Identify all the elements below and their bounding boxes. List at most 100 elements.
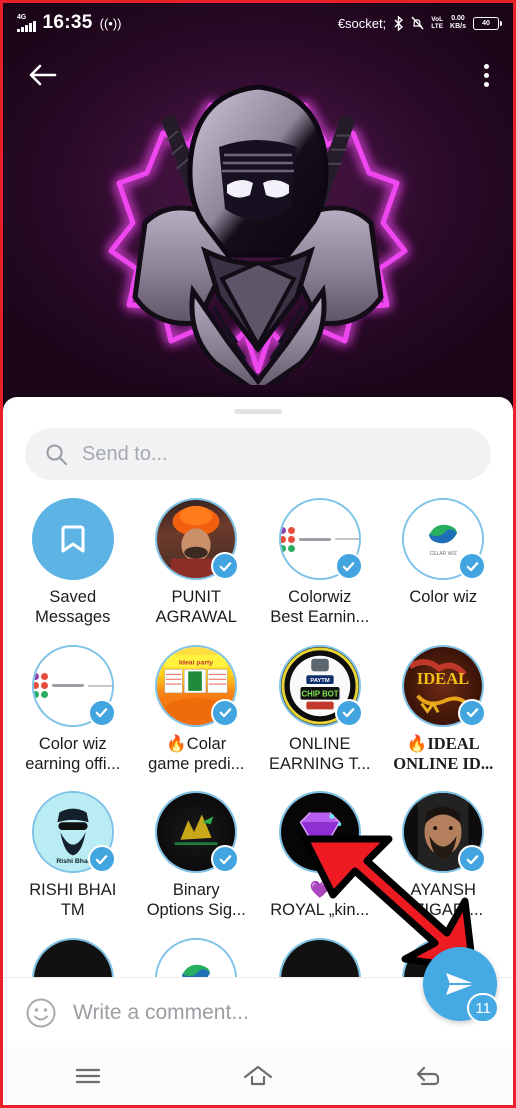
check-icon [95,708,108,718]
selected-check-badge [334,845,363,874]
back-arrow-icon [29,64,57,86]
dot [484,72,489,78]
viewer-toolbar [3,47,513,103]
network-type-label: 4G [17,14,26,21]
contact-name: Binary Options Sig... [137,880,255,920]
selected-count-badge: 11 [467,993,499,1023]
bluetooth-icon [394,15,404,31]
network-speed-indicator: 0.00 KB/s [450,14,466,30]
contact-name: Color wiz [384,587,502,607]
contact-name: 💜 ROYAL „kin... [261,880,379,920]
home-button[interactable] [228,1056,288,1096]
back-nav-button[interactable] [398,1056,458,1096]
more-options-button[interactable] [484,63,489,87]
search-icon [46,443,68,465]
selected-check-badge [87,698,116,727]
contact-name-line2: ROYAL „kin... [270,901,370,920]
image-viewer: 4G 16:35 ((•)) €socket; VoL LTE 0.00 KB/s … [3,3,513,415]
selected-check-badge [334,698,363,727]
logo-dots [280,526,295,552]
search-bar[interactable] [25,428,491,480]
check-icon [466,854,479,864]
search-input[interactable] [82,442,471,466]
check-icon [219,561,232,571]
logo-swoosh [429,524,458,544]
avatar-wrapper [278,498,363,580]
contact-cell[interactable]: PUNIT AGRAWAL [135,494,259,635]
contact-cell[interactable]: AYANSH AZIGAR ... [382,787,506,928]
contact-name-line1: Color wiz [38,734,107,753]
avatar-wrapper [278,791,363,874]
check-icon [342,561,355,571]
contact-name-line1: RISHI BHAI [29,881,117,900]
back-return-icon [416,1066,440,1086]
contact-name-line1: Colorwiz [288,588,352,606]
avatar-wrapper [155,498,240,580]
avatar-wrapper [31,498,114,580]
check-icon [219,708,232,718]
contact-cell[interactable]: Colorwiz Best Earnin... [258,494,382,635]
contact-name: Saved Messages [14,587,132,627]
search-section [3,414,513,480]
svg-text:Rishi Bhai: Rishi Bhai [56,858,89,865]
check-icon [466,561,479,571]
selected-check-badge [334,552,363,580]
contact-name-line2: Messages [35,608,111,627]
contact-name-line2: ONLINE ID... [393,753,494,773]
contact-name-line2: AGRAWAL [155,608,237,627]
contact-cell[interactable]: 💜 ROYAL „kin... [258,787,382,928]
home-icon [243,1065,273,1086]
avatar-wrapper: Ideal party [155,644,240,727]
contact-name-line2: EARNING T... [269,754,371,773]
avatar-wrapper: Rishi Bhai [31,791,116,874]
bookmark-icon [61,525,85,553]
avatar [31,498,114,580]
contact-cell[interactable]: CELAR WIZ Color wiz [382,494,506,635]
android-nav-bar [3,1047,513,1105]
back-button[interactable] [27,63,57,87]
svg-text:PAYTM: PAYTM [310,678,330,684]
menu-icon [75,1068,101,1084]
contact-name-line2: TM [60,901,85,920]
contact-cell[interactable]: IDEAL 🔥IDEAL ONLINE ID... [382,641,506,782]
smiley-icon[interactable] [25,997,57,1029]
contact-name-line2: game predi... [148,754,245,773]
avatar-wrapper [402,791,487,874]
contact-name-line1: 🔥Colar [166,734,227,753]
contact-name: RISHI BHAI TM [14,880,132,920]
signal-icon: 4G [17,14,36,32]
contact-name: AYANSH AZIGAR ... [384,880,502,920]
contact-name-line1: 🔥IDEAL [406,733,480,753]
avatar-wrapper [31,644,116,727]
contact-name-line1: Binary [172,881,220,900]
contact-cell[interactable]: Rishi Bhai RISHI BHAI TM [11,787,135,928]
contact-name-line1: Color wiz [409,588,478,606]
check-icon [342,708,355,718]
dot [484,81,489,87]
check-icon [466,708,479,718]
contact-name-line1: 💜 [309,881,331,900]
contact-cell[interactable]: Ideal party 🔥Colar game predi... [135,641,259,782]
contact-name-line2: Options Sig... [146,901,246,920]
contact-cell[interactable]: Binary Options Sig... [135,787,259,928]
vibrate-icon: ((•)) [99,15,122,31]
logo-dots [33,673,48,699]
contact-name: Color wiz earning offi... [14,734,132,774]
mascot-artwork [108,84,408,385]
recents-button[interactable] [58,1056,118,1096]
avatar-wrapper: CELAR WIZ [402,498,487,580]
contact-cell[interactable]: PAYTM CHIP BOT ONLINE EARNING T... [258,641,382,782]
contact-name: ONLINE EARNING T... [261,734,379,774]
avatar-wrapper: IDEAL [402,644,487,727]
contact-name-line1: ONLINE [289,734,351,753]
contact-name-line1: Saved [49,588,97,606]
contact-cell[interactable]: Color wiz earning offi... [11,641,135,782]
contact-name-line2: AZIGAR ... [403,901,484,920]
send-button[interactable]: 11 [423,947,499,1023]
phone-screen: 4G 16:35 ((•)) €socket; VoL LTE 0.00 KB/s … [0,0,516,1108]
check-icon [342,854,355,864]
contact-name: 🔥IDEAL ONLINE ID... [384,734,502,774]
contact-name-line1: AYANSH [410,881,476,900]
contact-cell[interactable]: Saved Messages [11,494,135,635]
volte-icon: VoL LTE [431,15,444,30]
